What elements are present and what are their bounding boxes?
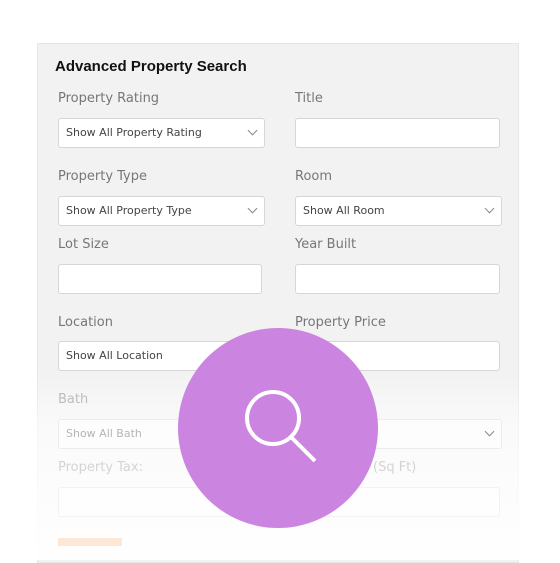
search-overlay[interactable] [178,328,378,528]
select-value: Show All Room [303,204,385,217]
property-rating-select[interactable]: Show All Property Rating [58,118,265,148]
label-sq-ft: (Sq Ft) [373,460,417,475]
select-value: Show All Property Type [66,204,192,217]
label-property-type: Property Type [58,169,148,184]
label-property-rating: Property Rating [58,91,160,106]
select-value: Show All Location [66,349,163,362]
label-year-built: Year Built [295,237,357,252]
label-bath: Bath [58,392,89,407]
select-value: Show All Bath [66,427,142,440]
label-location: Location [58,315,113,330]
search-icon [245,390,317,463]
label-property-tax: Property Tax: [58,460,143,475]
form-title: Advanced Property Search [55,58,247,75]
chevron-down-icon [484,426,495,437]
label-lot-size: Lot Size [58,237,109,252]
label-room: Room [295,169,333,184]
chevron-down-icon [247,125,258,136]
select-value: Show All Property Rating [66,126,202,139]
property-type-select[interactable]: Show All Property Type [58,196,265,226]
search-button[interactable] [58,538,122,546]
chevron-down-icon [247,203,258,214]
label-title: Title [295,91,323,106]
lot-size-input[interactable] [58,264,262,294]
year-built-input[interactable] [295,264,500,294]
chevron-down-icon [484,203,495,214]
title-input[interactable] [295,118,500,148]
room-select[interactable]: Show All Room [295,196,502,226]
